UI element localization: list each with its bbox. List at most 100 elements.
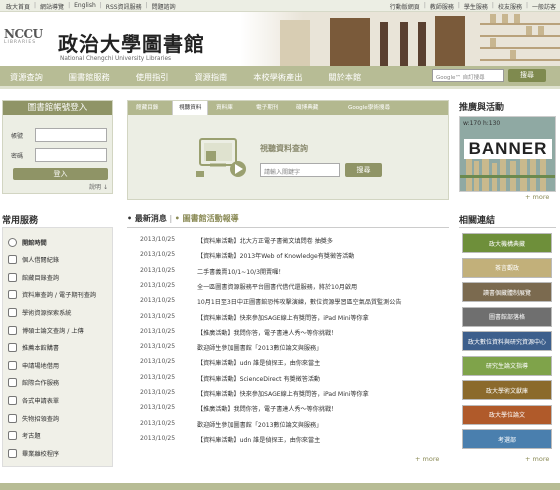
service-item[interactable]: 學術資源探索系統 <box>8 305 72 319</box>
library-title-zh: 政治大學圖書館 <box>58 32 205 56</box>
resource-tab[interactable]: 電子期刊 <box>256 101 278 115</box>
site-search-input[interactable]: Google™ 自訂搜尋 <box>432 69 504 82</box>
service-icon <box>8 290 17 300</box>
related-more-link[interactable]: + more <box>525 455 549 463</box>
news-row[interactable]: 2013/10/25 【資料庫活動】udn 誰是偵探王，由你來當主 <box>140 435 320 447</box>
resource-tab[interactable]: 資料庫 <box>216 101 233 115</box>
news-title: 【資料庫活動】快來參加SAGE線上有獎問答，iPad Mini等你拿 <box>197 391 369 398</box>
av-search-input[interactable]: 請輸入關鍵字 <box>260 163 340 177</box>
service-item[interactable]: 館際合作服務 <box>8 376 59 390</box>
service-icon <box>8 307 17 317</box>
resource-tab[interactable]: 碩博典藏 <box>296 101 318 115</box>
top-separator: | <box>68 2 71 9</box>
top-link-left[interactable]: RSS資訊服務 <box>106 2 142 11</box>
top-link-left[interactable]: 政大首頁 <box>6 2 30 11</box>
top-utility-bar: 政大首頁 | 網站導覽 | English | RSS資訊服務 | 問題諮詢 行動版網頁 | 教師服… <box>0 0 560 12</box>
service-item[interactable]: 畢業離校程序 <box>8 446 59 460</box>
related-link[interactable]: 研究生論文指導 <box>462 355 552 376</box>
resource-tab[interactable]: Google學術搜尋 <box>348 101 390 115</box>
top-link-right[interactable]: 學生服務 <box>464 2 488 11</box>
tab-latest-news[interactable]: • 最新消息 <box>127 214 167 223</box>
news-row[interactable]: 2013/10/25 二手書義賣10/1~10/3開賣囉！ <box>140 267 284 279</box>
top-link-left[interactable]: 問題諮詢 <box>152 2 176 11</box>
related-link[interactable]: 政大學位論文 <box>462 404 552 425</box>
service-item[interactable]: 申請場地借用 <box>8 358 59 372</box>
login-help-link[interactable]: 說明 ↓ <box>89 182 108 191</box>
service-item[interactable]: 各式申請表單 <box>8 393 59 407</box>
service-label: 失物招領查詢 <box>22 415 60 423</box>
help-arrow-icon: ↓ <box>102 184 108 191</box>
resource-tab[interactable]: 視聽資料 <box>172 101 209 115</box>
news-row[interactable]: 2013/10/25 【資料庫活動】udn 誰是偵探王，由你來當主 <box>140 358 320 370</box>
top-link-right[interactable]: 一般訪客 <box>532 2 556 11</box>
nav-item[interactable]: 資源指南 <box>194 71 227 83</box>
service-icon <box>8 343 17 353</box>
news-title: 【推廣活動】我問你答，電子書達人秀～等你挑戰！ <box>197 329 338 337</box>
service-item[interactable]: 個人借閱紀錄 <box>8 253 59 267</box>
resource-tab-bar: 館藏目錄 視聽資料 資料庫 電子期刊 碩博典藏 Google學術搜尋 <box>128 101 448 115</box>
news-row[interactable]: 2013/10/25 【資料庫活動】2013年Web of Knowledge有獎… <box>140 251 354 263</box>
nav-item[interactable]: 使用指引 <box>136 71 169 83</box>
service-icon <box>8 413 17 423</box>
related-link[interactable]: 圖書館部落格 <box>462 306 552 327</box>
tab-events-label: 圖書館活動報導 <box>182 214 239 223</box>
service-item[interactable]: 失物招領查詢 <box>8 411 59 425</box>
news-more-link[interactable]: + more <box>415 455 439 463</box>
service-item[interactable]: 考古題 <box>8 429 41 443</box>
nav-item[interactable]: 本校學術產出 <box>253 71 302 83</box>
service-label: 博碩士論文查詢 / 上傳 <box>22 327 84 335</box>
password-row: 密碼 <box>11 148 107 162</box>
account-input[interactable] <box>35 128 107 142</box>
service-item[interactable]: 推薦本館購書 <box>8 341 59 355</box>
top-link-left[interactable]: 網站導覽 <box>40 2 64 11</box>
service-label: 申請場地借用 <box>22 362 60 370</box>
av-search-button[interactable]: 搜尋 <box>345 163 382 177</box>
resource-tab[interactable]: 館藏目錄 <box>136 101 158 115</box>
nccu-logo[interactable]: NCCU LIBRARIES <box>4 27 54 59</box>
service-label: 資料庫查詢 / 電子期刊查詢 <box>22 292 97 300</box>
top-link-right[interactable]: 行動版網頁 <box>390 2 420 11</box>
top-link-left[interactable]: English <box>74 2 96 11</box>
news-date: 2013/10/25 <box>140 343 176 351</box>
related-link[interactable]: 政大數位資料與研究資源中心 <box>462 331 552 351</box>
news-row[interactable]: 2013/10/25 【資料庫活動】北大方正電子書徵文填問卷 抽獎多 <box>140 236 333 248</box>
news-row[interactable]: 2013/10/25 歡迎師生參加圖書館「2013數位論文與服務」 <box>140 343 322 355</box>
service-label: 館際合作服務 <box>22 380 60 388</box>
promo-banner[interactable]: w:170 h:130 BANNER <box>459 116 556 192</box>
nav-item[interactable]: 關於本館 <box>328 71 361 83</box>
news-date: 2013/10/25 <box>140 434 176 442</box>
related-link[interactable]: 考選部 <box>462 429 552 449</box>
news-date: 2013/10/25 <box>140 251 176 259</box>
site-search-button[interactable]: 搜尋 <box>508 69 546 82</box>
service-item[interactable]: 開館時間 <box>8 235 47 249</box>
news-title: 二手書義賣10/1~10/3開賣囉！ <box>197 268 285 276</box>
news-row[interactable]: 2013/10/25 【資料庫活動】快來參加SAGE線上有獎問答，iPad Min… <box>140 313 369 325</box>
tab-library-events[interactable]: • 圖書館活動報導 <box>175 214 239 223</box>
service-item[interactable]: 博碩士論文查詢 / 上傳 <box>8 323 84 337</box>
related-link[interactable]: 茶言觀政 <box>462 257 552 278</box>
password-input[interactable] <box>35 148 107 162</box>
service-item[interactable]: 資料庫查詢 / 電子期刊查詢 <box>8 288 96 302</box>
news-row[interactable]: 2013/10/25 【資料庫活動】ScienceDirect 有獎徵答活動 <box>140 374 320 386</box>
news-row[interactable]: 2013/10/25 歡迎師生參加圖書館「2013數位論文與服務」 <box>140 420 322 432</box>
related-links-title: 相關連結 <box>459 216 496 226</box>
service-label: 開館時間 <box>22 239 47 247</box>
nav-item[interactable]: 資源查詢 <box>10 71 43 83</box>
news-row[interactable]: 2013/10/25 全一區圖書資源服務平台圖書代借代還服務，將於10月啟用 <box>140 282 357 294</box>
news-row[interactable]: 2013/10/25 10月1日至3日中正圖書館恐怖攻擊演練，數位資源學習區空氣品… <box>140 297 401 309</box>
service-label: 推薦本館購書 <box>22 345 60 353</box>
bookshelf-photo <box>240 12 560 66</box>
service-item[interactable]: 館藏目錄查詢 <box>8 270 59 284</box>
news-row[interactable]: 2013/10/25 【資料庫活動】快來參加SAGE線上有獎問答，iPad Min… <box>140 389 369 401</box>
related-link[interactable]: 政大機構典藏 <box>462 233 552 253</box>
related-link[interactable]: 讀書個藏體制展覽 <box>462 282 552 302</box>
nav-item[interactable]: 圖書館服務 <box>69 71 110 83</box>
banner-size: w:170 h:130 <box>463 120 501 127</box>
related-link[interactable]: 政大學術文獻庫 <box>462 380 552 400</box>
top-link-right[interactable]: 教師服務 <box>430 2 454 11</box>
top-link-right[interactable]: 校友服務 <box>498 2 522 11</box>
login-button[interactable]: 登入 <box>13 168 108 180</box>
news-row[interactable]: 2013/10/25 【推廣活動】我問你答，電子書達人秀～等你挑戰！ <box>140 404 337 416</box>
news-row[interactable]: 2013/10/25 【推廣活動】我問你答，電子書達人秀～等你挑戰！ <box>140 328 337 340</box>
promo-more-link[interactable]: + more <box>525 193 549 201</box>
